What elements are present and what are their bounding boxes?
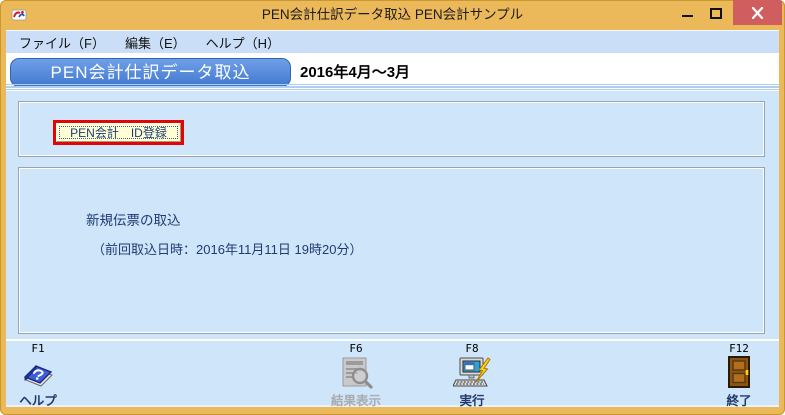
execute-computer-icon <box>440 356 504 389</box>
import-status-panel: 新規伝票の取込 （前回取込日時：2016年11月11日 19時20分） <box>18 167 765 334</box>
menu-bar: ファイル（F） 編集（E） ヘルプ（H） <box>6 30 779 53</box>
window-title: PEN会計仕訳データ取込 PEN会計サンプル <box>261 7 524 22</box>
tool-label: 終了 <box>726 394 752 408</box>
toolbar-results-button: F6 結果表示 <box>324 342 388 409</box>
help-book-icon <box>6 356 70 389</box>
header: PEN会計仕訳データ取込 2016年4月～3月 <box>6 53 779 91</box>
header-divider-line <box>6 86 779 88</box>
fkey-label: F1 <box>31 342 45 355</box>
app-window: PEN会計仕訳データ取込 PEN会計サンプル ファイル（F） 編集（E） ヘルプ… <box>0 0 785 415</box>
menu-item-help[interactable]: ヘルプ（H） <box>206 33 280 52</box>
minimize-button[interactable] <box>676 0 700 25</box>
last-import-datetime-text: （前回取込日時：2016年11月11日 19時20分） <box>92 242 363 257</box>
content-area: PEN会計 ID登録 新規伝票の取込 （前回取込日時：2016年11月11日 1… <box>6 91 779 409</box>
results-magnifier-icon <box>324 356 388 389</box>
menu-item-edit[interactable]: 編集（E） <box>125 33 186 52</box>
pen-id-register-button[interactable]: PEN会計 ID登録 <box>56 123 181 142</box>
import-title-text: 新規伝票の取込 <box>86 213 181 228</box>
fiscal-period-label: 2016年4月～3月 <box>300 64 411 81</box>
tool-label: 結果表示 <box>330 394 381 408</box>
id-registration-panel: PEN会計 ID登録 <box>18 101 765 157</box>
title-bar: PEN会計仕訳データ取込 PEN会計サンプル <box>0 0 785 30</box>
maximize-icon <box>710 8 722 19</box>
fkey-label: F8 <box>465 342 479 355</box>
maximize-button[interactable] <box>704 0 728 25</box>
close-x-icon <box>751 6 764 19</box>
toolbar-exit-button[interactable]: F12 終了 <box>707 342 771 409</box>
toolbar-divider <box>6 339 779 341</box>
exit-door-icon <box>707 356 771 389</box>
close-button[interactable] <box>733 0 782 25</box>
tool-label: ヘルプ <box>19 394 57 408</box>
header-divider-line <box>6 88 779 90</box>
minimize-icon <box>682 15 693 17</box>
toolbar-help-button[interactable]: F1 ヘルプ <box>6 342 70 409</box>
fkey-label: F6 <box>349 342 363 355</box>
toolbar-execute-button[interactable]: F8 実行 <box>440 342 504 409</box>
fkey-label: F12 <box>729 342 749 355</box>
tool-label: 実行 <box>459 394 485 408</box>
highlight-annotation: PEN会計 ID登録 <box>53 120 184 145</box>
menu-item-file[interactable]: ファイル（F） <box>19 33 105 52</box>
header-divider-line <box>6 83 779 85</box>
